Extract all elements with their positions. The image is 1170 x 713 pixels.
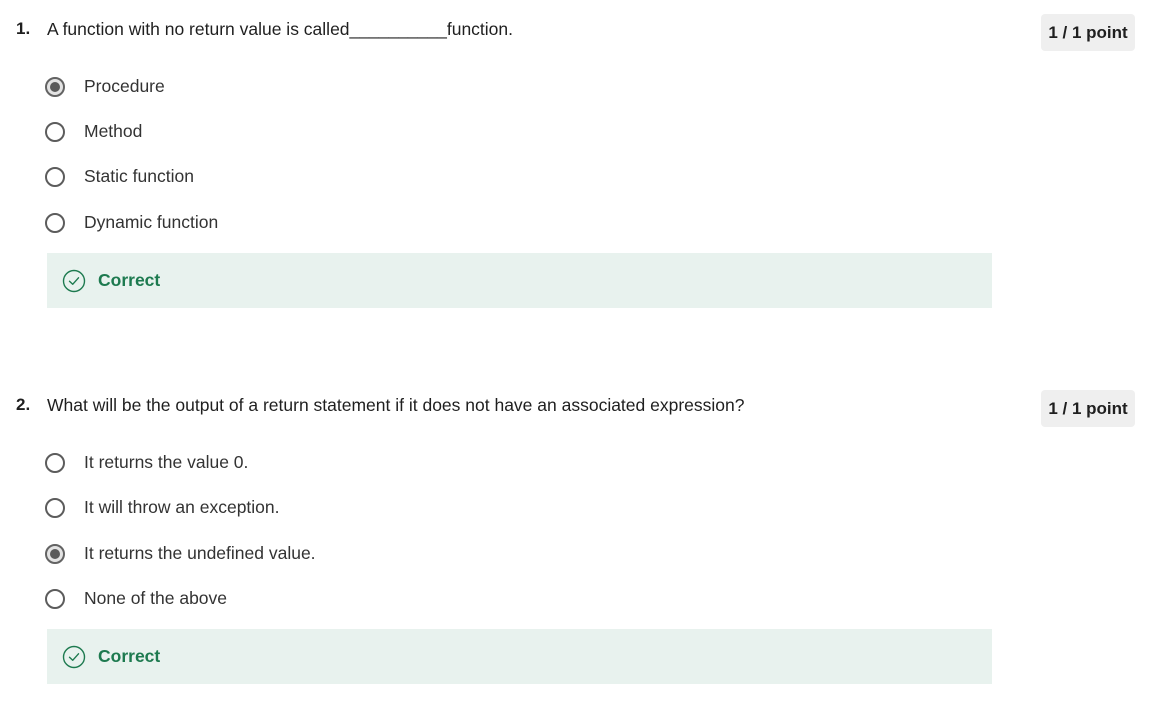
check-circle-icon [62, 269, 86, 292]
option-label: None of the above [84, 588, 228, 608]
radio-unselected-icon[interactable] [45, 497, 65, 518]
points-badge: 1 / 1 point [1041, 390, 1135, 427]
question-number: 2. [16, 395, 31, 414]
option-static-function[interactable]: Static function [45, 166, 194, 187]
option-procedure[interactable]: Procedure [45, 76, 165, 97]
option-returns-undefined[interactable]: It returns the undefined value. [45, 543, 316, 564]
radio-unselected-icon[interactable] [45, 121, 65, 142]
option-returns-zero[interactable]: It returns the value 0. [45, 452, 248, 473]
radio-unselected-icon[interactable] [45, 166, 65, 187]
check-circle-icon [62, 645, 86, 668]
option-label: It returns the value 0. [84, 452, 249, 472]
feedback-correct: Correct [47, 629, 992, 684]
option-throw-exception[interactable]: It will throw an exception. [45, 497, 280, 518]
option-label: It returns the undefined value. [84, 543, 316, 563]
points-badge: 1 / 1 point [1041, 14, 1135, 51]
feedback-label: Correct [98, 646, 161, 666]
question-text: What will be the output of a return stat… [47, 395, 745, 415]
option-label: It will throw an exception. [84, 497, 280, 517]
radio-unselected-icon[interactable] [45, 452, 65, 473]
option-dynamic-function[interactable]: Dynamic function [45, 212, 218, 233]
question-number: 1. [16, 19, 31, 38]
option-method[interactable]: Method [45, 121, 142, 142]
radio-selected-icon[interactable] [45, 543, 65, 564]
radio-unselected-icon[interactable] [45, 212, 65, 233]
feedback-correct: Correct [47, 253, 992, 308]
radio-selected-icon[interactable] [45, 76, 65, 97]
option-none-of-the-above[interactable]: None of the above [45, 588, 227, 609]
option-label: Method [84, 121, 143, 141]
radio-unselected-icon[interactable] [45, 588, 65, 609]
question-text: A function with no return value is calle… [47, 19, 514, 39]
option-label: Procedure [84, 76, 165, 96]
option-label: Static function [84, 166, 194, 186]
option-label: Dynamic function [84, 212, 219, 232]
feedback-label: Correct [98, 270, 161, 290]
